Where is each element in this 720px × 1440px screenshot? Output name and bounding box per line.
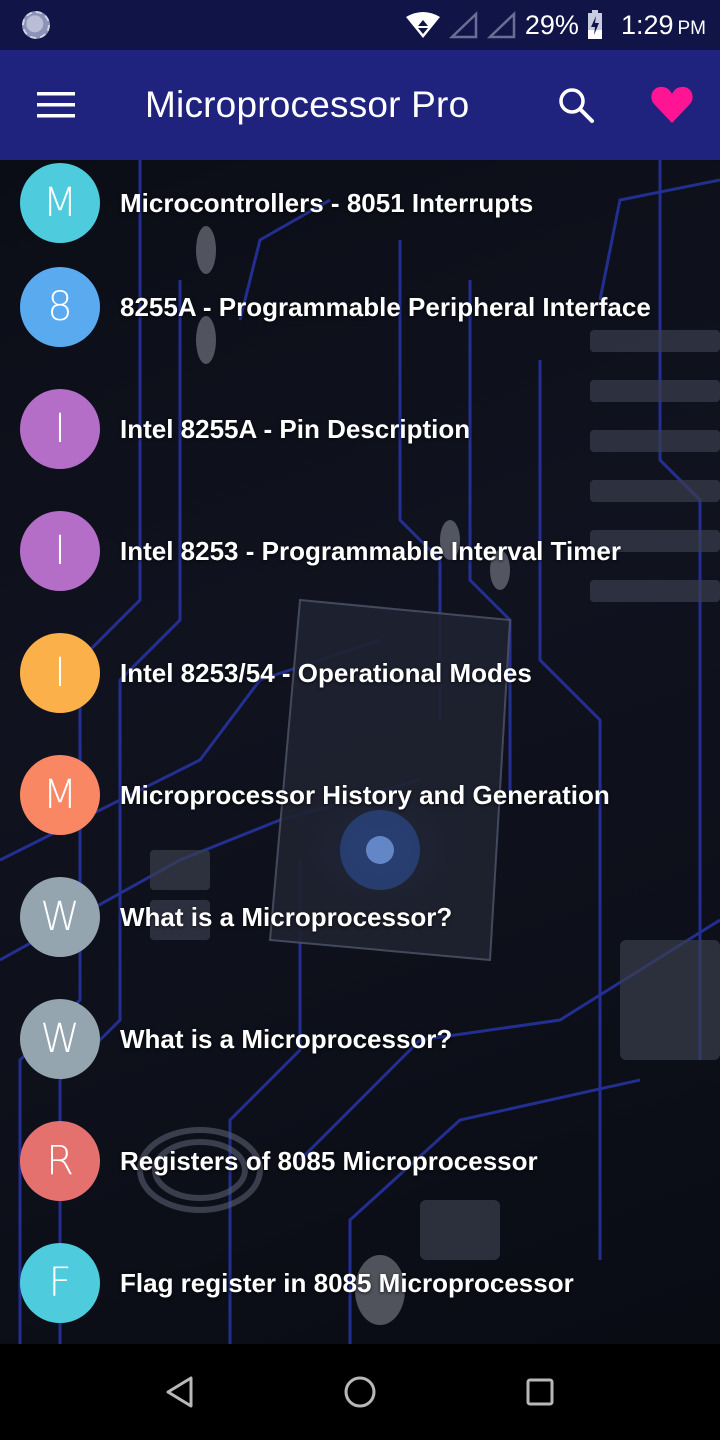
topic-avatar: I — [20, 511, 100, 591]
favorites-button[interactable] — [624, 50, 720, 160]
battery-percent: 29% — [524, 9, 579, 40]
topic-title: What is a Microprocessor? — [120, 1023, 453, 1054]
navigation-bar — [0, 1344, 720, 1440]
back-icon — [166, 1376, 193, 1408]
list-item[interactable]: I Intel 8253/54 - Operational Modes — [0, 612, 720, 734]
topic-title: Flag register in 8085 Microprocessor — [120, 1267, 574, 1298]
topic-title: 8255A - Programmable Peripheral Interfac… — [120, 291, 651, 322]
back-button[interactable] — [90, 1344, 270, 1440]
topic-title: Microprocessor History and Generation — [120, 779, 610, 810]
list-item[interactable]: W What is a Microprocessor? — [0, 856, 720, 978]
signal-icon-2 — [486, 11, 516, 39]
topic-avatar: W — [20, 877, 100, 957]
topic-title: Registers of 8085 Microprocessor — [120, 1145, 538, 1176]
list-item[interactable]: 8 8255A - Programmable Peripheral Interfa… — [0, 246, 720, 368]
topic-list: M Microcontrollers - 8051 Interrupts 8 8255… — [0, 160, 720, 1344]
search-icon — [559, 88, 594, 123]
list-item[interactable]: F Flag register in 8085 Microprocessor — [0, 1222, 720, 1344]
topic-avatar: I — [20, 389, 100, 469]
topic-title: Intel 8253/54 - Operational Modes — [120, 657, 532, 688]
list-item[interactable]: I Intel 8255A - Pin Description — [0, 368, 720, 490]
menu-button[interactable] — [0, 50, 112, 160]
topic-list-container[interactable]: M Microcontrollers - 8051 Interrupts 8 8255… — [0, 160, 720, 1344]
topic-avatar: M — [20, 163, 100, 243]
topic-title: Intel 8253 - Programmable Interval Timer — [120, 535, 621, 566]
home-button[interactable] — [270, 1344, 450, 1440]
list-item[interactable]: I Intel 8253 - Programmable Interval Time… — [0, 490, 720, 612]
topic-avatar: F — [20, 1243, 100, 1323]
search-button[interactable] — [528, 50, 624, 160]
battery-charging-icon — [587, 10, 602, 39]
menu-icon — [37, 92, 75, 118]
list-item[interactable]: M Microprocessor History and Generation — [0, 734, 720, 856]
topic-title: Microcontrollers - 8051 Interrupts — [120, 187, 534, 218]
recents-icon — [526, 1378, 554, 1406]
wifi-icon — [405, 12, 440, 38]
list-item[interactable]: M Microcontrollers - 8051 Interrupts — [0, 160, 720, 246]
app-title: Microprocessor Pro — [145, 84, 470, 125]
topic-avatar: 8 — [20, 267, 100, 347]
sync-icon — [22, 11, 50, 39]
home-icon — [344, 1376, 376, 1408]
topic-avatar: R — [20, 1121, 100, 1201]
clock: 1:29 PM — [620, 9, 706, 40]
list-item[interactable]: W What is a Microprocessor? — [0, 978, 720, 1100]
heart-icon — [651, 86, 693, 123]
list-item[interactable]: R Registers of 8085 Microprocessor — [0, 1100, 720, 1222]
recents-button[interactable] — [450, 1344, 630, 1440]
topic-avatar: I — [20, 633, 100, 713]
app-bar: Microprocessor Pro — [0, 50, 720, 160]
topic-title: Intel 8255A - Pin Description — [120, 413, 471, 444]
topic-avatar: M — [20, 755, 100, 835]
topic-avatar: W — [20, 999, 100, 1079]
topic-title: What is a Microprocessor? — [120, 901, 453, 932]
signal-icon — [448, 11, 478, 39]
status-bar: 29% 1:29 PM — [0, 0, 720, 50]
